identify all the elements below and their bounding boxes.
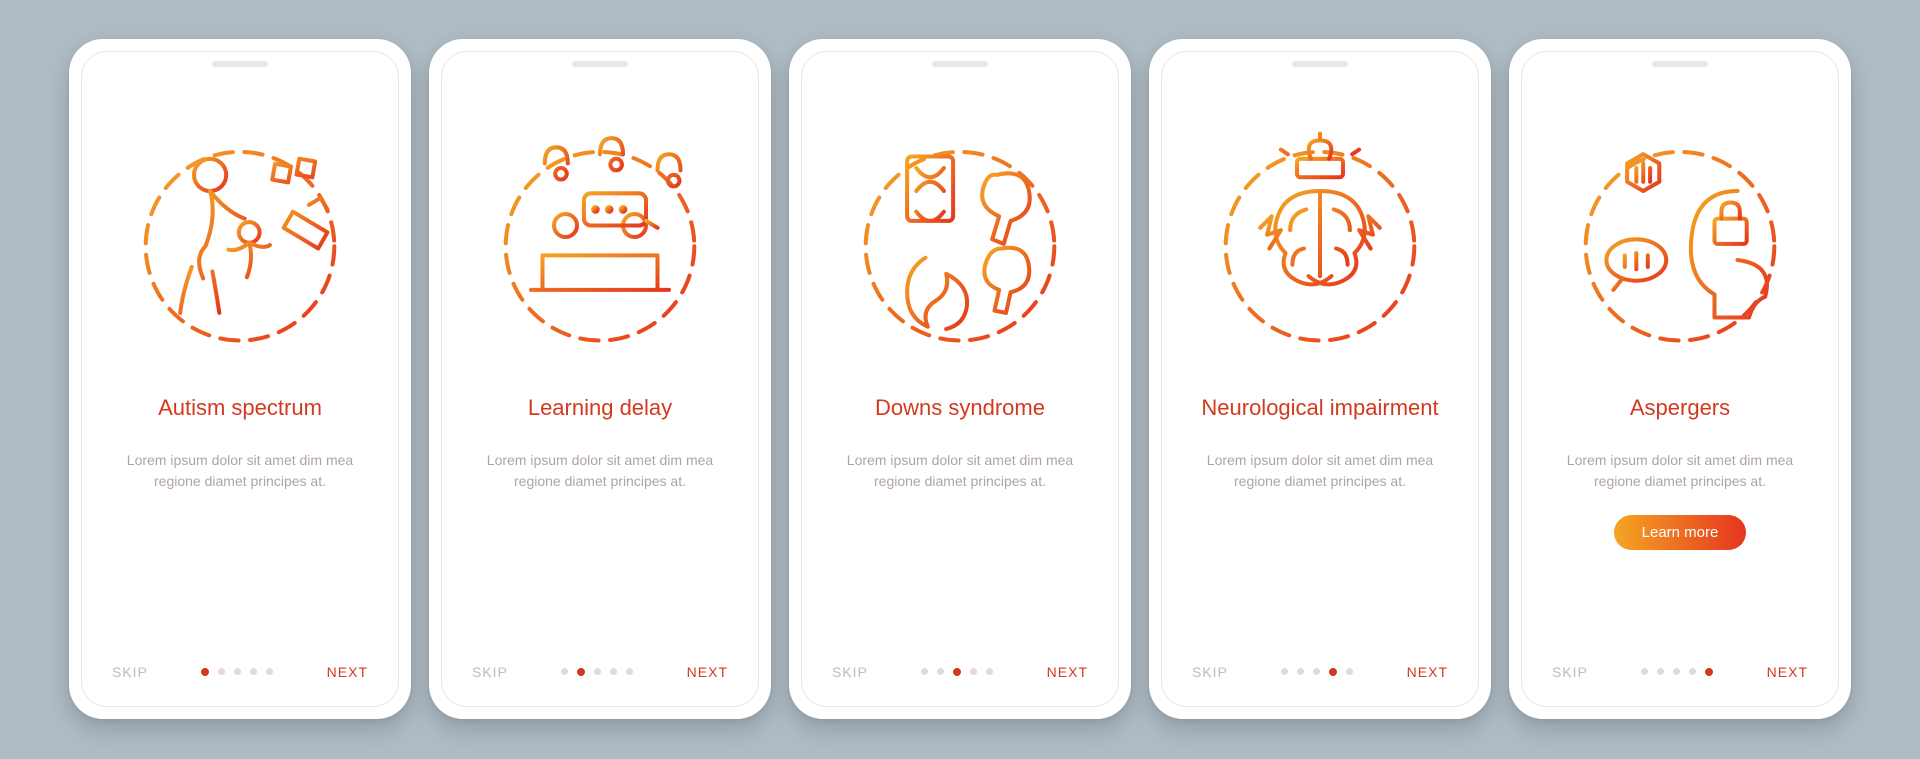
page-dot[interactable] <box>561 668 568 675</box>
autism-spectrum-illustration-icon <box>125 122 355 352</box>
page-dot[interactable] <box>1297 668 1304 675</box>
onboarding-footer: SKIP NEXT <box>110 664 370 684</box>
screen-body: Lorem ipsum dolor sit amet dim mea regio… <box>110 450 370 493</box>
screen-body: Lorem ipsum dolor sit amet dim mea regio… <box>830 450 1090 493</box>
skip-button[interactable]: SKIP <box>472 664 508 680</box>
onboarding-screen: Downs syndrome Lorem ipsum dolor sit ame… <box>801 51 1119 707</box>
page-dot[interactable] <box>1329 668 1337 676</box>
page-dot[interactable] <box>626 668 633 675</box>
page-dot[interactable] <box>921 668 928 675</box>
page-dot[interactable] <box>250 668 257 675</box>
onboarding-footer: SKIP NEXT <box>470 664 730 684</box>
phone-mockup: Downs syndrome Lorem ipsum dolor sit ame… <box>789 39 1131 719</box>
page-dot[interactable] <box>1689 668 1696 675</box>
screen-body: Lorem ipsum dolor sit amet dim mea regio… <box>1550 450 1810 493</box>
phone-mockup: Learning delay Lorem ipsum dolor sit ame… <box>429 39 771 719</box>
page-dots <box>201 668 273 676</box>
page-dot[interactable] <box>594 668 601 675</box>
downs-syndrome-illustration-icon <box>845 122 1075 352</box>
screen-body: Lorem ipsum dolor sit amet dim mea regio… <box>470 450 730 493</box>
screen-title: Aspergers <box>1630 380 1730 436</box>
onboarding-screen: Neurological impairment Lorem ipsum dolo… <box>1161 51 1479 707</box>
page-dot[interactable] <box>953 668 961 676</box>
screen-title: Downs syndrome <box>875 380 1045 436</box>
skip-button[interactable]: SKIP <box>832 664 868 680</box>
page-dot[interactable] <box>577 668 585 676</box>
page-dot[interactable] <box>610 668 617 675</box>
skip-button[interactable]: SKIP <box>1192 664 1228 680</box>
screen-title: Autism spectrum <box>158 380 322 436</box>
next-button[interactable]: NEXT <box>1047 664 1088 680</box>
learning-delay-illustration-icon <box>485 122 715 352</box>
page-dot[interactable] <box>986 668 993 675</box>
skip-button[interactable]: SKIP <box>112 664 148 680</box>
page-dot[interactable] <box>1657 668 1664 675</box>
page-dot[interactable] <box>266 668 273 675</box>
page-dot[interactable] <box>1313 668 1320 675</box>
page-dot[interactable] <box>937 668 944 675</box>
phone-speaker <box>572 61 628 67</box>
phone-mockup: Autism spectrum Lorem ipsum dolor sit am… <box>69 39 411 719</box>
phone-speaker <box>1652 61 1708 67</box>
page-dot[interactable] <box>1281 668 1288 675</box>
page-dots <box>561 668 633 676</box>
onboarding-footer: SKIP NEXT <box>1190 664 1450 684</box>
onboarding-screen: Learning delay Lorem ipsum dolor sit ame… <box>441 51 759 707</box>
page-dot[interactable] <box>218 668 225 675</box>
screen-title: Neurological impairment <box>1201 380 1438 436</box>
learn-more-button[interactable]: Learn more <box>1614 515 1747 550</box>
phone-mockup-row: Autism spectrum Lorem ipsum dolor sit am… <box>39 0 1881 759</box>
screen-title: Learning delay <box>528 380 672 436</box>
page-dots <box>1281 668 1353 676</box>
page-dot[interactable] <box>1705 668 1713 676</box>
aspergers-illustration-icon <box>1565 122 1795 352</box>
next-button[interactable]: NEXT <box>1407 664 1448 680</box>
page-dot[interactable] <box>1641 668 1648 675</box>
phone-speaker <box>932 61 988 67</box>
next-button[interactable]: NEXT <box>327 664 368 680</box>
screen-body: Lorem ipsum dolor sit amet dim mea regio… <box>1190 450 1450 493</box>
phone-mockup: Aspergers Lorem ipsum dolor sit amet dim… <box>1509 39 1851 719</box>
phone-speaker <box>1292 61 1348 67</box>
onboarding-screen: Aspergers Lorem ipsum dolor sit amet dim… <box>1521 51 1839 707</box>
next-button[interactable]: NEXT <box>1767 664 1808 680</box>
neurological-impairment-illustration-icon <box>1205 122 1435 352</box>
phone-speaker <box>212 61 268 67</box>
page-dot[interactable] <box>1673 668 1680 675</box>
skip-button[interactable]: SKIP <box>1552 664 1588 680</box>
page-dot[interactable] <box>1346 668 1353 675</box>
page-dots <box>1641 668 1713 676</box>
page-dot[interactable] <box>234 668 241 675</box>
onboarding-footer: SKIP NEXT <box>1550 664 1810 684</box>
page-dot[interactable] <box>970 668 977 675</box>
page-dot[interactable] <box>201 668 209 676</box>
onboarding-footer: SKIP NEXT <box>830 664 1090 684</box>
phone-mockup: Neurological impairment Lorem ipsum dolo… <box>1149 39 1491 719</box>
next-button[interactable]: NEXT <box>687 664 728 680</box>
onboarding-screen: Autism spectrum Lorem ipsum dolor sit am… <box>81 51 399 707</box>
page-dots <box>921 668 993 676</box>
